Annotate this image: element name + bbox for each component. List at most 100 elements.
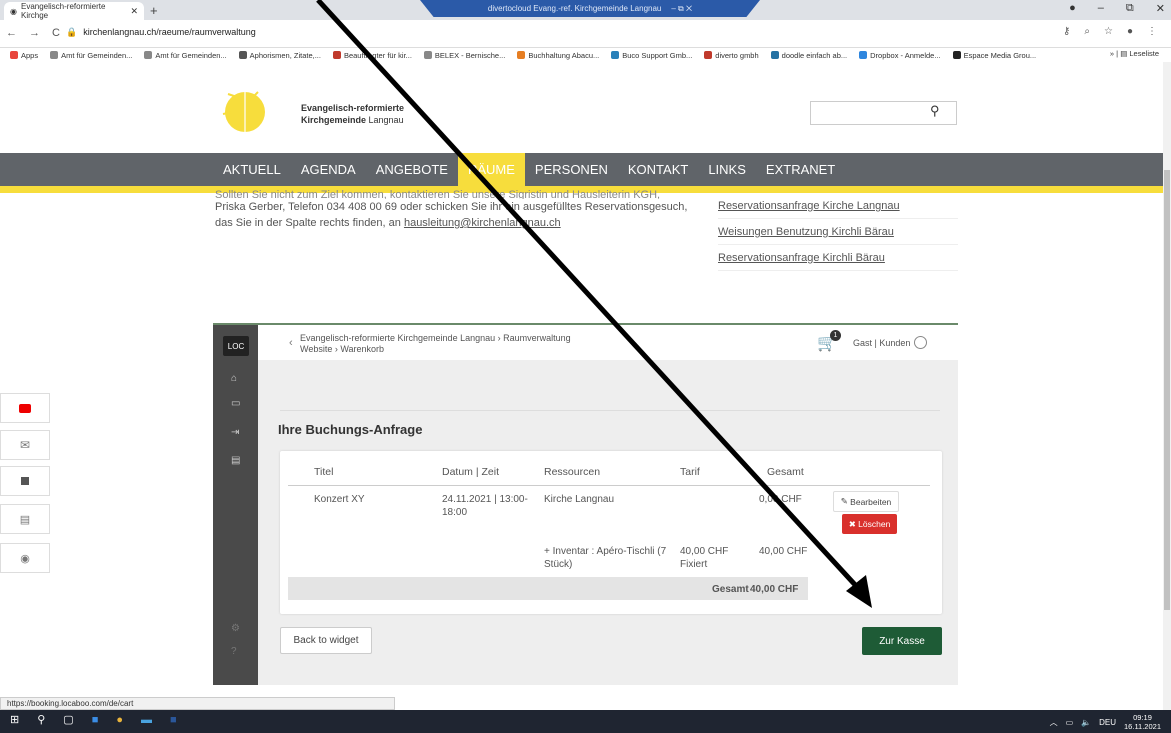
menu-icon[interactable]: ⋮ (1147, 26, 1157, 37)
bookmark-item[interactable]: diverto gmbh (704, 51, 759, 60)
word-icon[interactable]: ■ (170, 714, 177, 726)
login-icon[interactable]: ⇥ (231, 427, 239, 438)
divider (280, 410, 940, 411)
close-window-icon[interactable]: ✕ (1156, 2, 1165, 15)
checkout-button[interactable]: Zur Kasse (862, 627, 942, 655)
youtube-icon[interactable] (0, 393, 50, 423)
side-link[interactable]: Reservationsanfrage Kirche Langnau (718, 193, 958, 219)
minimize-icon[interactable]: – (1098, 2, 1104, 15)
calendar-icon[interactable]: ▭ (231, 398, 240, 409)
restore-icon[interactable]: ⧉ (1126, 2, 1134, 15)
url-text: kirchenlangnau.ch/raeume/raumverwaltung (83, 27, 256, 37)
booking-title: Konzert XY (314, 494, 365, 505)
star-icon[interactable]: ☆ (1104, 26, 1113, 37)
nav-item-kontakt[interactable]: KONTAKT (618, 153, 698, 186)
browser-toolbar-icons: ⚷ ⌕ ☆ ● ⋮ (1063, 26, 1157, 37)
outlook-icon[interactable]: ■ (92, 714, 99, 726)
delete-icon: ✖ (848, 518, 859, 529)
remote-session-bar: divertocloud Evang.-ref. Kirchgemeinde L… (420, 0, 760, 17)
key-icon[interactable]: ⚷ (1063, 26, 1070, 37)
booking-resource: Kirche Langnau (544, 494, 615, 505)
bookmark-icon (423, 51, 432, 59)
header-divider (288, 485, 930, 486)
column-header-datetime: Datum | Zeit (442, 466, 499, 478)
locaboo-logo[interactable]: LOC (223, 336, 249, 356)
settings-icon[interactable]: ⚙ (231, 623, 240, 634)
search-icon[interactable]: ⚲ (37, 713, 45, 726)
bookmark-item[interactable]: Buco Support Gmb... (611, 51, 692, 60)
home-icon[interactable]: ⌂ (231, 373, 237, 384)
bookmark-item[interactable]: doodle einfach ab... (770, 51, 847, 60)
browser-tab[interactable]: ◉ Evangelisch-reformierte Kirchge ✕ (4, 2, 144, 20)
inventory-resource: + Inventar : Apéro-Tischli (7 Stück) (544, 546, 667, 570)
bookmark-item[interactable]: Amt für Gemeinden... (50, 51, 132, 60)
bookmark-item[interactable]: Espace Media Grou... (952, 51, 1036, 60)
nav-item-angebote[interactable]: ANGEBOTE (366, 153, 458, 186)
nav-item-aktuell[interactable]: AKTUELL (213, 153, 291, 186)
help-icon[interactable]: ? (231, 646, 237, 657)
zoom-icon[interactable]: ⌕ (1084, 26, 1090, 37)
calendar-side-icon[interactable]: ▤ (0, 504, 50, 534)
user-icon (914, 336, 928, 349)
grand-total-value: 40,00 CHF (750, 584, 799, 595)
bookmark-item[interactable]: Amt für Gemeinden... (144, 51, 227, 60)
bookmark-item[interactable]: Aphorismen, Zitate,... (238, 51, 321, 60)
edit-button[interactable]: ✎ Bearbeiten (833, 491, 899, 512)
profile-icon[interactable]: ● (1127, 26, 1133, 37)
reload-icon[interactable]: C (52, 27, 60, 39)
breadcrumb-back-icon[interactable]: ‹ (289, 337, 293, 349)
scrollbar-thumb[interactable] (1164, 170, 1170, 610)
reservation-info-text: Sollten Sie nicht zum Ziel kommen, konta… (215, 190, 688, 229)
nav-item-agenda[interactable]: AGENDA (291, 153, 366, 186)
chrome-icon[interactable]: ● (116, 714, 123, 726)
delete-button[interactable]: ✖ Löschen (842, 514, 897, 534)
bookmark-item[interactable]: BELEX - Bernische... (423, 51, 505, 60)
forward-arrow-icon[interactable]: → (29, 27, 40, 39)
side-link[interactable]: Weisungen Benutzung Kirchli Bärau (718, 219, 958, 245)
language-indicator[interactable]: DEU (1099, 718, 1116, 727)
task-view-icon[interactable]: ▢ (63, 713, 73, 726)
nav-item-räume[interactable]: RÄUME (457, 153, 525, 186)
church-logo[interactable] (218, 84, 268, 134)
side-link[interactable]: Reservationsanfrage Kirchli Bärau (718, 245, 958, 271)
back-arrow-icon[interactable]: ← (6, 27, 17, 39)
bookmark-item[interactable]: Beauftragter für kir... (332, 51, 412, 60)
clock[interactable]: 09:19 16.11.2021 (1124, 713, 1161, 731)
breadcrumb[interactable]: Evangelisch-reformierte Kirchgemeinde La… (300, 333, 571, 343)
bookmark-icon (238, 51, 247, 59)
nav-item-links[interactable]: LINKS (698, 153, 756, 186)
bookmark-icon (10, 51, 18, 59)
back-to-widget-button[interactable]: Back to widget (280, 627, 372, 654)
column-header-total: Gesamt (767, 466, 804, 478)
square-icon[interactable] (0, 466, 50, 496)
new-tab-button[interactable]: + (150, 3, 158, 18)
location-icon[interactable]: ◉ (0, 543, 50, 573)
record-icon[interactable]: ● (1069, 2, 1076, 15)
bookmark-icon (952, 51, 961, 59)
file-explorer-icon[interactable]: ▬ (141, 714, 152, 726)
user-menu[interactable]: Gast | Kunden (853, 336, 928, 349)
search-icon[interactable]: ⚲ (930, 103, 940, 119)
nav-item-extranet[interactable]: EXTRANET (756, 153, 845, 186)
bookmark-item[interactable]: Apps (10, 51, 38, 60)
reading-list[interactable]: » | ▤ Leseliste (1110, 49, 1159, 58)
bookmark-item[interactable]: Buchhaltung Abacu... (517, 51, 599, 60)
close-tab-icon[interactable]: ✕ (130, 6, 138, 17)
system-tray: ︿ ▭ 🔈 DEU 09:19 16.11.2021 (1050, 713, 1161, 731)
page-title: Ihre Buchungs-Anfrage (278, 422, 423, 437)
church-name-line1: Evangelisch-reformierte (301, 103, 405, 113)
bookings-icon[interactable]: ▤ (231, 455, 240, 466)
nav-item-personen[interactable]: PERSONEN (525, 153, 618, 186)
remote-controls[interactable]: – ⧉ ✕ (671, 4, 692, 14)
bookmark-item[interactable]: Dropbox - Anmelde... (859, 51, 941, 60)
network-icon[interactable]: ▭ (1066, 718, 1074, 727)
email-link[interactable]: hausleitung@kirchenlangnau.ch (404, 217, 561, 229)
breadcrumb-current[interactable]: Website › Warenkorb (300, 344, 384, 354)
church-name-line2: Kirchgemeinde Langnau (301, 115, 404, 125)
chevron-up-icon[interactable]: ︿ (1050, 717, 1058, 728)
windows-start-icon[interactable]: ⊞ (10, 713, 19, 726)
column-header-title: Titel (314, 466, 334, 478)
volume-icon[interactable]: 🔈 (1081, 718, 1091, 727)
mail-icon[interactable]: ✉ (0, 430, 50, 460)
url-field[interactable]: 🔒 kirchenlangnau.ch/raeume/raumverwaltung (66, 27, 256, 38)
